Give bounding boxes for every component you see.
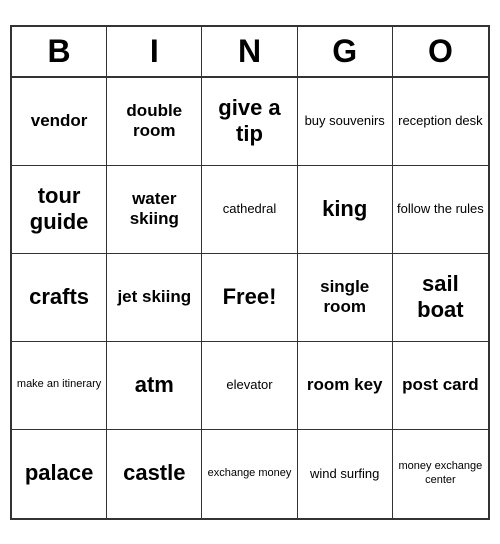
bingo-cell: buy souvenirs (298, 78, 393, 166)
bingo-cell: single room (298, 254, 393, 342)
cell-text: king (322, 196, 367, 222)
cell-text: make an itinerary (17, 378, 101, 391)
bingo-cell: palace (12, 430, 107, 518)
bingo-cell: Free! (202, 254, 297, 342)
cell-text: reception desk (398, 113, 483, 129)
cell-text: sail boat (397, 271, 484, 324)
bingo-cell: sail boat (393, 254, 488, 342)
bingo-cell: give a tip (202, 78, 297, 166)
header-letter: O (393, 27, 488, 76)
cell-text: give a tip (206, 95, 292, 148)
bingo-cell: crafts (12, 254, 107, 342)
bingo-cell: follow the rules (393, 166, 488, 254)
cell-text: palace (25, 460, 94, 486)
bingo-cell: elevator (202, 342, 297, 430)
cell-text: tour guide (16, 183, 102, 236)
bingo-cell: jet skiing (107, 254, 202, 342)
cell-text: atm (135, 372, 174, 398)
cell-text: double room (111, 101, 197, 142)
cell-text: follow the rules (397, 201, 484, 217)
bingo-cell: make an itinerary (12, 342, 107, 430)
bingo-cell: reception desk (393, 78, 488, 166)
header-letter: N (202, 27, 297, 76)
cell-text: money exchange center (397, 460, 484, 486)
bingo-cell: money exchange center (393, 430, 488, 518)
bingo-cell: exchange money (202, 430, 297, 518)
cell-text: castle (123, 460, 185, 486)
cell-text: crafts (29, 284, 89, 310)
cell-text: Free! (223, 284, 277, 310)
bingo-cell: vendor (12, 78, 107, 166)
bingo-card: BINGO vendor double roomgive a tip buy sou… (10, 25, 490, 520)
cell-text: room key (307, 375, 383, 395)
cell-text: vendor (31, 111, 88, 131)
bingo-cell: tour guide (12, 166, 107, 254)
bingo-cell: wind surfing (298, 430, 393, 518)
header-letter: B (12, 27, 107, 76)
cell-text: wind surfing (310, 466, 379, 482)
bingo-cell: atm (107, 342, 202, 430)
header-letter: G (298, 27, 393, 76)
cell-text: single room (302, 277, 388, 318)
cell-text: exchange money (208, 467, 292, 480)
bingo-cell: room key (298, 342, 393, 430)
cell-text: water skiing (111, 189, 197, 230)
cell-text: cathedral (223, 201, 276, 217)
bingo-cell: double room (107, 78, 202, 166)
bingo-header: BINGO (12, 27, 488, 78)
bingo-cell: cathedral (202, 166, 297, 254)
bingo-grid: vendor double roomgive a tip buy souvenirs… (12, 78, 488, 518)
cell-text: elevator (226, 377, 272, 393)
cell-text: post card (402, 375, 479, 395)
cell-text: jet skiing (117, 287, 191, 307)
bingo-cell: post card (393, 342, 488, 430)
bingo-cell: king (298, 166, 393, 254)
bingo-cell: castle (107, 430, 202, 518)
header-letter: I (107, 27, 202, 76)
cell-text: buy souvenirs (305, 113, 385, 129)
bingo-cell: water skiing (107, 166, 202, 254)
